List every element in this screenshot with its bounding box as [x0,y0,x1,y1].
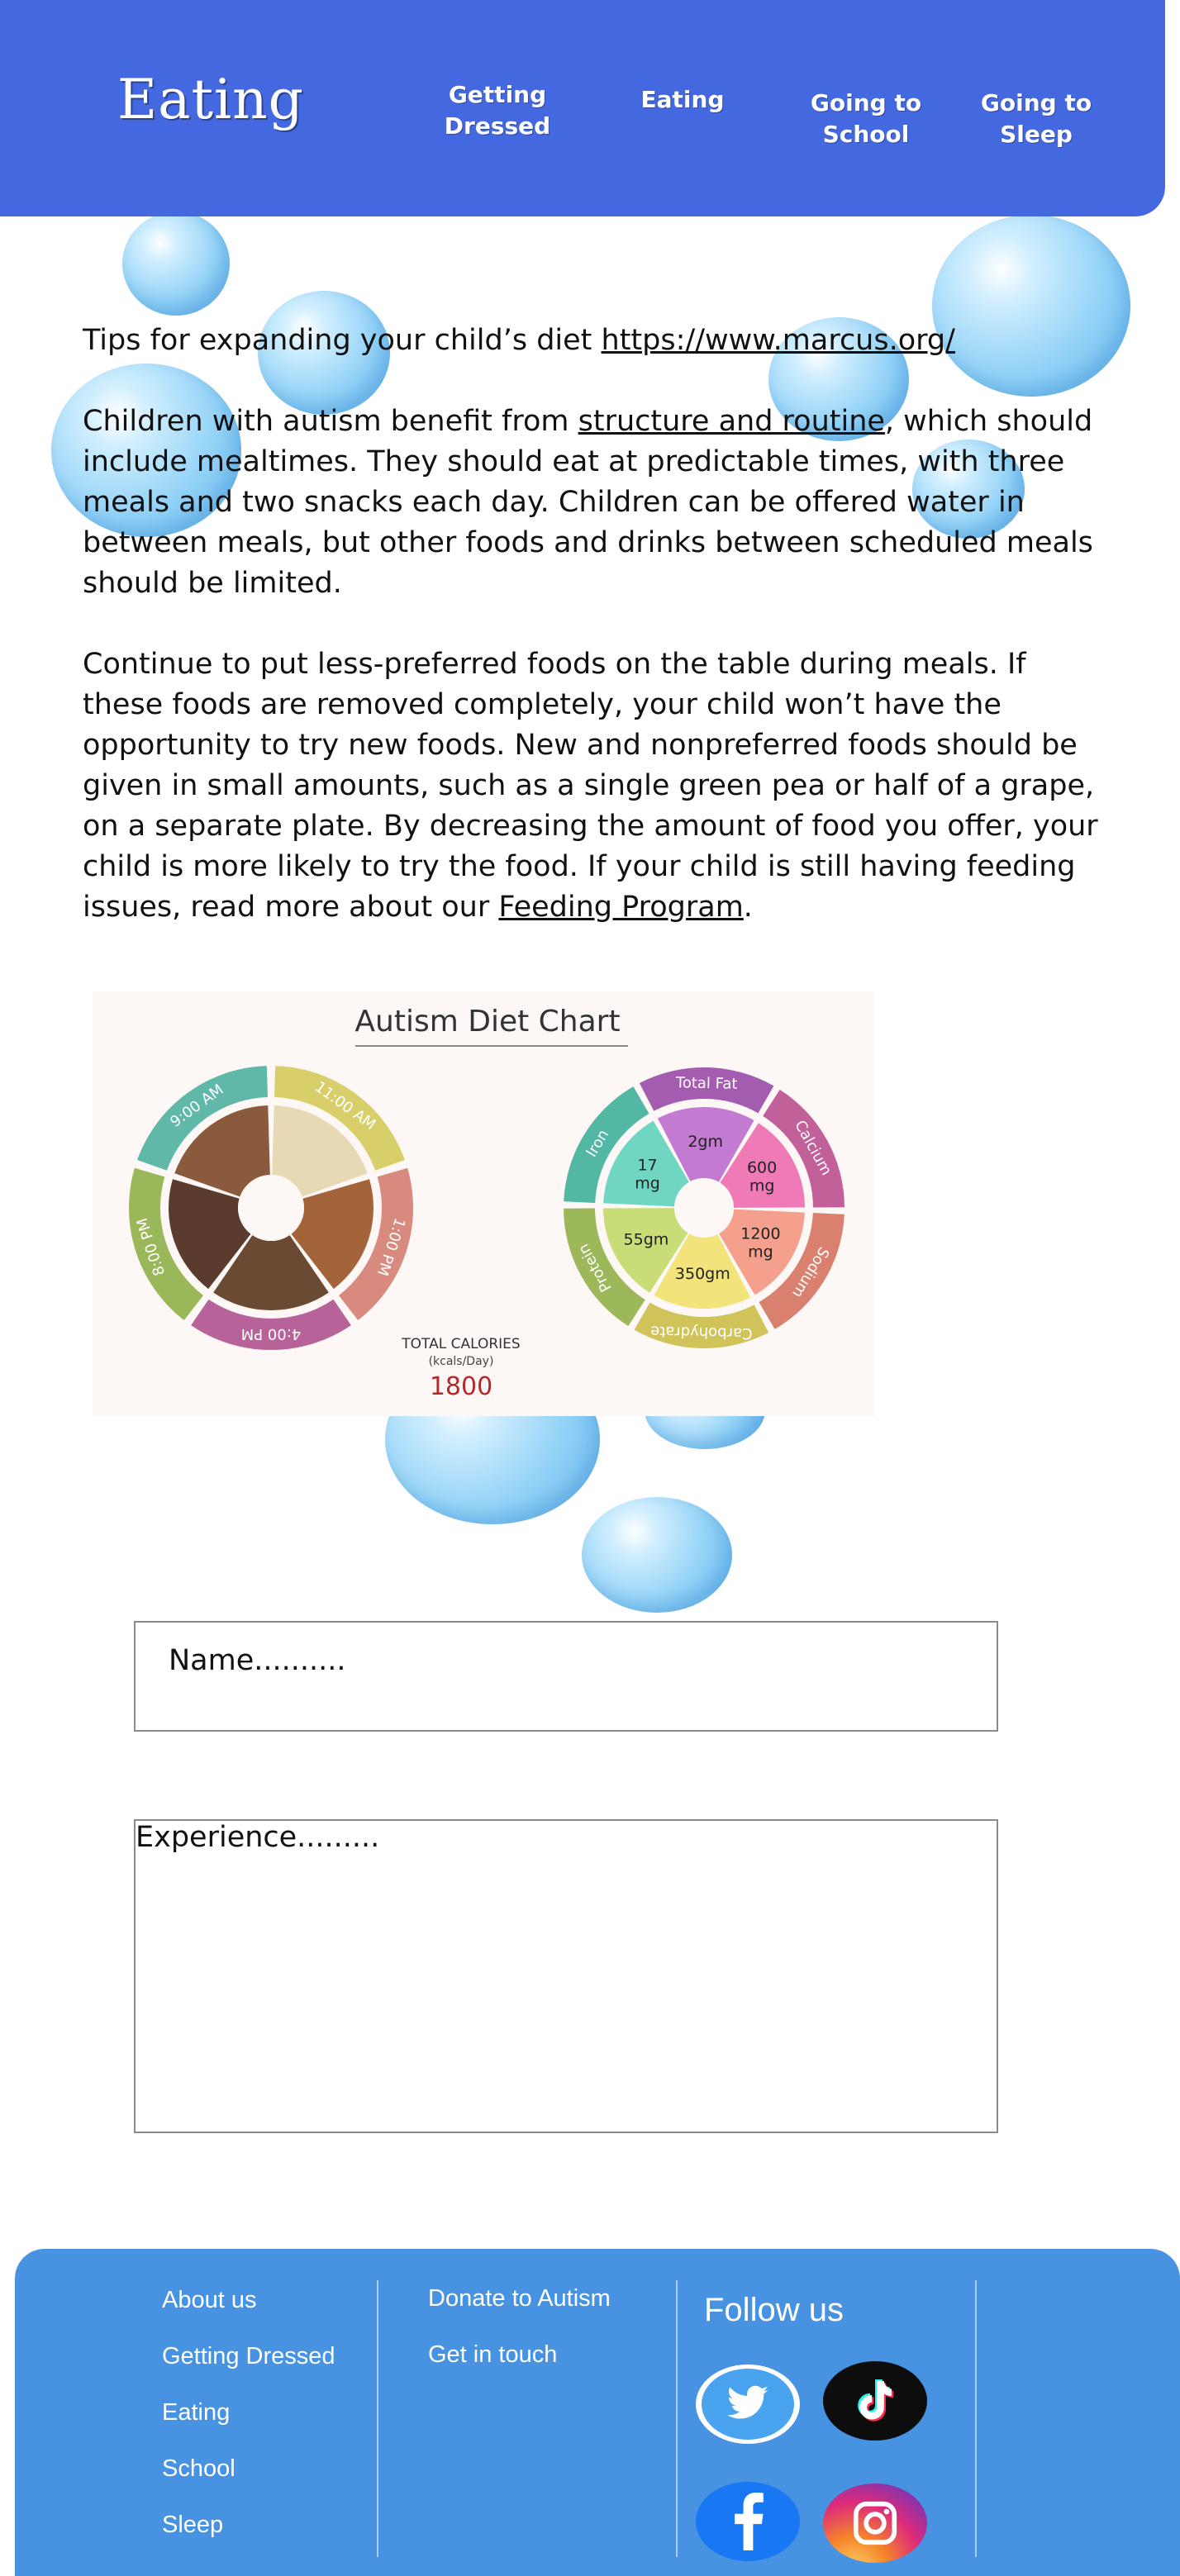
site-header: Eating Getting Dressed Eating Going to S… [0,0,1165,216]
bubble-decoration [582,1497,732,1613]
twitter-icon[interactable] [696,2365,800,2444]
facebook-icon[interactable] [696,2482,800,2561]
bubble-decoration [122,211,230,316]
experience-placeholder: Experience......... [136,1821,380,1854]
instagram-icon[interactable] [823,2483,927,2563]
name-placeholder: Name.......... [169,1644,346,1677]
diet-chart-graphic: Autism Diet Chart 9:00 AM 11:00 AM1:00 PM… [129,1005,845,1401]
nutrient-value-label: 55gm [624,1231,669,1249]
routine-paragraph: Children with autism benefit from struct… [83,405,1093,600]
tips-line: Tips for expanding your child’s diet htt… [83,324,955,357]
tiktok-icon[interactable] [823,2361,927,2441]
nav-getting-dressed[interactable]: Getting Dressed [423,79,572,142]
chart-title: Autism Diet Chart [354,1005,620,1038]
nutrient-name-label: Carbohydrate [650,1323,753,1343]
total-calories-value: 1800 [430,1372,492,1401]
bubble-decoration [932,215,1130,397]
feeding-program-link[interactable]: Feeding Program [498,891,743,924]
footer-get-in-touch[interactable]: Get in touch [428,2341,557,2369]
nutrient-value-label: 17 mg [635,1157,660,1193]
nutrient-value-label: 600 mg [747,1158,777,1195]
nav-going-to-school[interactable]: Going to School [792,88,940,150]
foods-paragraph: Continue to put less-preferred foods on … [83,648,1098,924]
nutrients-wheel: Total Fat2gm Calcium600 mgSodium1200 mgCarb… [564,1067,845,1348]
marcus-link[interactable]: https://www.marcus.org/ [602,324,955,357]
meal-times-wheel: 9:00 AM 11:00 AM1:00 PM4:00 PM8:00 PM [129,1066,414,1350]
footer-divider [676,2280,678,2557]
follow-us-heading: Follow us [704,2292,844,2328]
nav-eating[interactable]: Eating [608,84,757,116]
nav-going-to-sleep[interactable]: Going to Sleep [962,88,1111,150]
footer-school[interactable]: School [162,2455,236,2483]
footer-getting-dressed[interactable]: Getting Dressed [162,2343,335,2370]
total-calories-unit: (kcals/Day) [429,1355,494,1368]
total-calories-label: TOTAL CALORIES [401,1336,520,1352]
footer-donate[interactable]: Donate to Autism [428,2285,611,2312]
footer-divider [377,2280,378,2557]
footer-divider [975,2280,977,2557]
nutrient-name-label: Total Fat [675,1074,738,1093]
autism-diet-chart: Autism Diet Chart 9:00 AM 11:00 AM 1:00 PM… [93,991,874,1416]
name-field[interactable]: Name.......... [134,1621,998,1732]
structure-routine-link[interactable]: structure and routine [578,405,885,438]
nutrient-value-label: 2gm [688,1133,723,1151]
experience-field[interactable]: Experience......... [134,1819,998,2133]
footer-eating[interactable]: Eating [162,2399,230,2426]
brand-title: Eating [117,68,304,131]
footer-sleep[interactable]: Sleep [162,2512,223,2539]
nutrient-value-label: 350gm [675,1265,730,1283]
footer-about-us[interactable]: About us [162,2287,256,2314]
meal-time-label: 4:00 PM [241,1325,302,1343]
